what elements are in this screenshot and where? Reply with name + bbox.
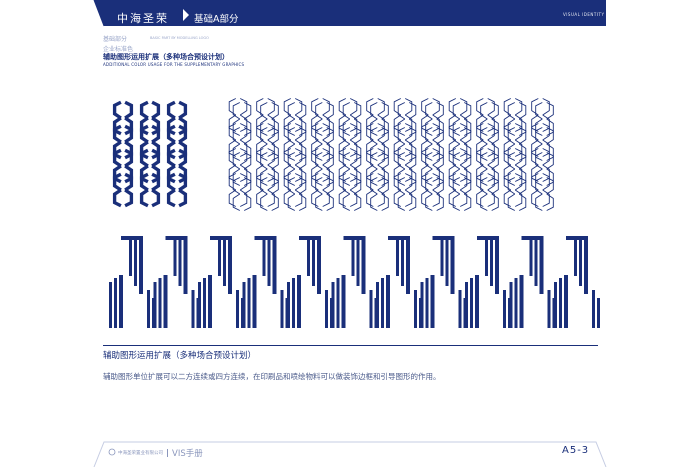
logo-icon <box>108 448 116 456</box>
footer-manual-label: VIS手册 <box>172 449 203 459</box>
footer-frame <box>93 441 607 467</box>
footer-divider <box>167 449 168 457</box>
page-number: A5-3 <box>562 445 590 456</box>
footer-company: 中海圣荣置业有限公司 <box>118 451 163 456</box>
